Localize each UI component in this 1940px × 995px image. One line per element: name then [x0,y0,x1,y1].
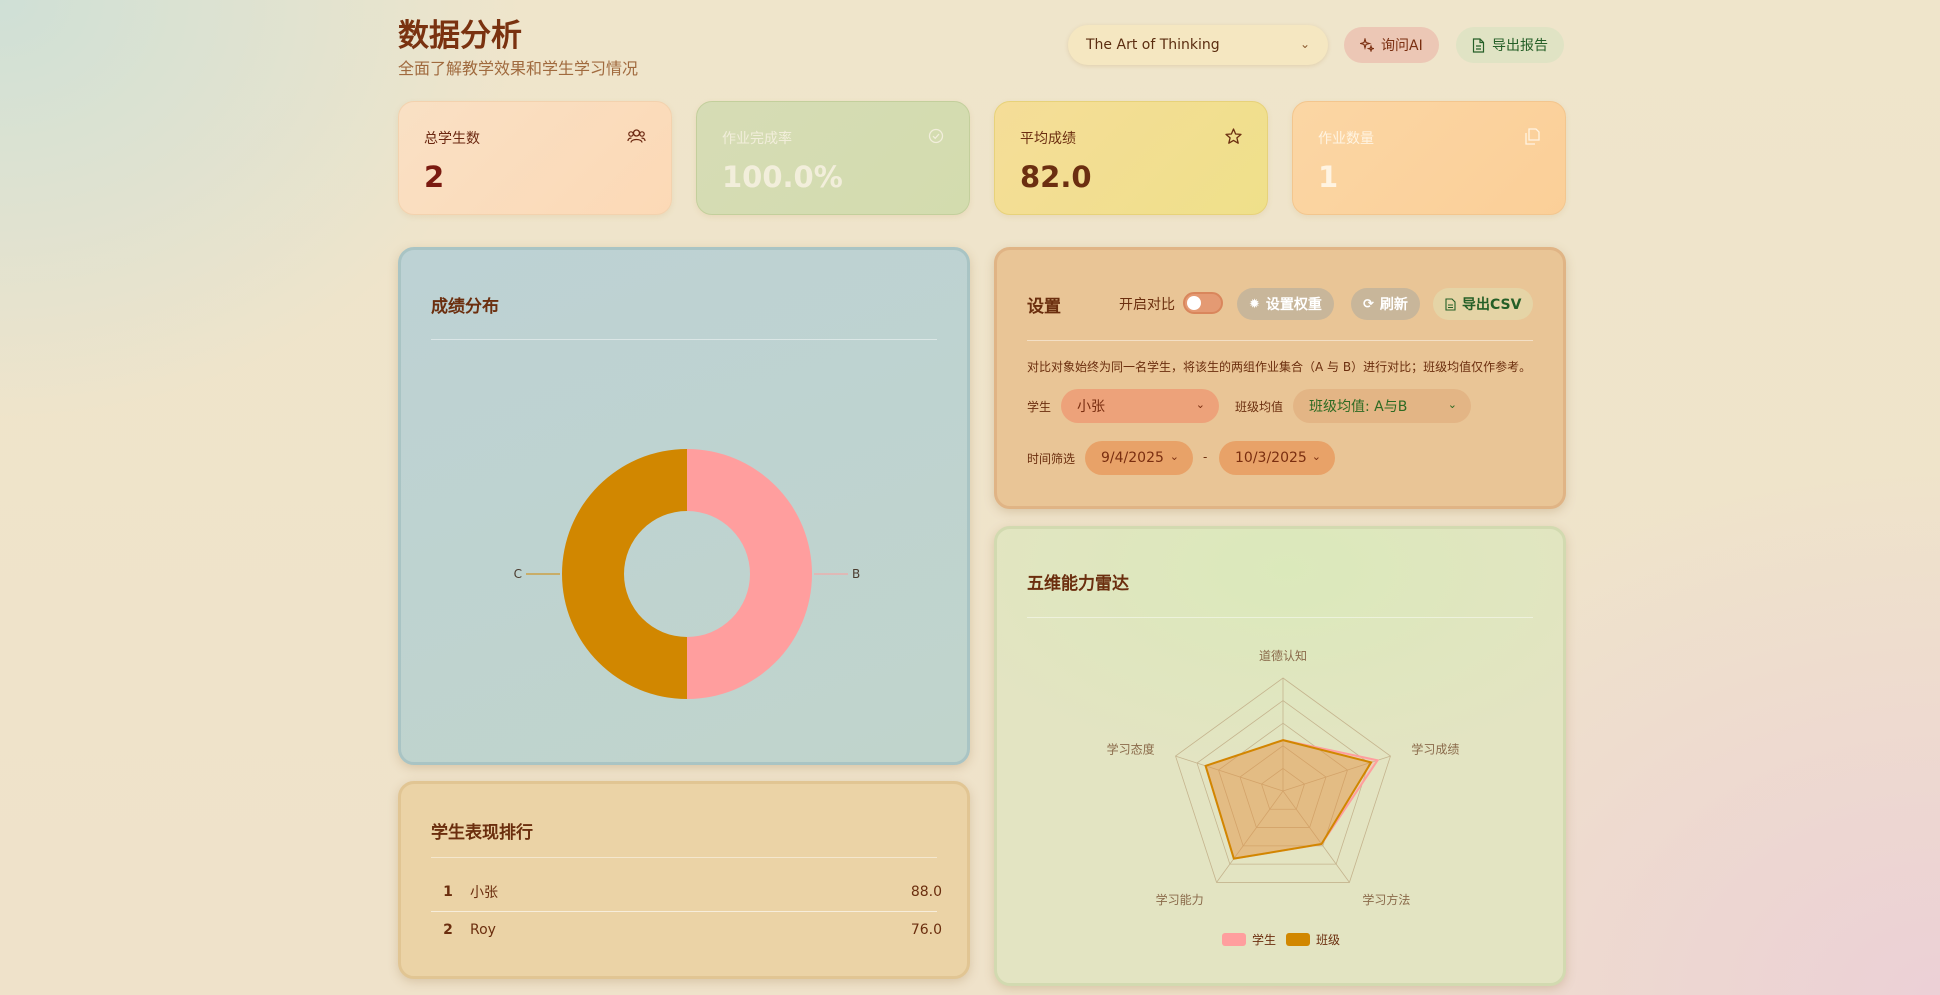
course-select[interactable]: The Art of Thinking ⌄ [1068,25,1328,65]
date-from-value: 9/4/2025 [1101,450,1164,466]
export-csv-label: 导出CSV [1462,297,1522,313]
class-average-value: 班级均值: A与B [1309,399,1408,415]
table-row[interactable]: 1 小张 88.0 [434,874,942,910]
pie-slice-B[interactable] [687,449,812,699]
stat-label: 总学生数 [424,131,480,147]
chevron-down-icon: ⌄ [1169,450,1179,463]
page-subtitle: 全面了解教学效果和学生学习情况 [398,59,639,78]
student-select[interactable]: 小张 ⌄ [1061,389,1219,423]
page-title: 数据分析 [398,18,522,54]
compare-note: 对比对象始终为同一名学生，将该生的两组作业集合（A 与 B）进行对比；班级均值仅… [1027,360,1532,374]
chevron-down-icon: ⌄ [1311,450,1321,463]
radar-panel: 五维能力雷达 道德认知 学习成绩 学习方法 学习能力 学习态度 学生 班级 [994,526,1566,986]
settings-panel: 设置 开启对比 ✹ 设置权重 ⟳ 刷新 导出CSV 对比对象始终为同一名学生，将… [994,247,1566,509]
refresh-label: 刷新 [1379,297,1408,313]
star-icon [1225,128,1242,144]
ask-ai-button[interactable]: 询问AI [1344,27,1439,63]
class-average-select[interactable]: 班级均值: A与B ⌄ [1293,389,1471,423]
legend-label[interactable]: 班级 [1316,933,1340,947]
rank-number: 1 [443,884,453,900]
radar-axis-label: 学习能力 [1156,892,1204,907]
stat-label: 作业完成率 [722,131,792,147]
compare-toggle[interactable] [1183,292,1223,314]
ability-radar-chart: 道德认知学习成绩学习方法 学习能力 学习态度学生 班级 [1107,648,1460,947]
stat-card-total-students: 总学生数 2 [398,101,672,215]
time-filter-label: 时间筛选 [1027,452,1076,466]
student-name: 小张 [470,885,498,901]
stat-card-average-score: 平均成绩 82.0 [994,101,1268,215]
stat-label: 作业数量 [1318,131,1374,147]
refresh-button[interactable]: ⟳ 刷新 [1351,288,1420,320]
refresh-icon: ⟳ [1363,296,1374,312]
course-select-value: The Art of Thinking [1086,37,1220,53]
radar-axis-label: 学习态度 [1107,741,1155,756]
ask-ai-label: 询问AI [1381,38,1423,54]
stat-value: 82.0 [1020,160,1092,194]
chevron-down-icon: ⌄ [1299,37,1310,51]
rank-number: 2 [443,922,453,938]
stat-card-completion-rate: 作业完成率 100.0% [696,101,970,215]
student-score: 76.0 [910,922,942,938]
stat-value: 100.0% [722,160,843,194]
users-icon [627,129,646,143]
stat-card-assignment-count: 作业数量 1 [1292,101,1566,215]
panel-title: 学生表现排行 [431,823,533,843]
student-score: 88.0 [910,884,942,900]
class-average-label: 班级均值 [1235,400,1284,414]
table-row[interactable]: 2 Roy 76.0 [434,912,942,948]
grade-donut-chart: BC [514,449,860,699]
file-icon [1472,37,1485,53]
gear-icon: ✹ [1249,296,1260,312]
documents-icon [1525,128,1540,145]
legend-swatch[interactable] [1286,933,1310,946]
pie-slice-C[interactable] [562,449,687,699]
date-to-value: 10/3/2025 [1235,450,1307,466]
grade-distribution-panel: 成绩分布 BC [398,247,970,765]
set-weights-label: 设置权重 [1265,297,1322,313]
radar-axis-label: 道德认知 [1259,648,1307,663]
export-csv-button[interactable]: 导出CSV [1433,288,1534,320]
radar-series-班级[interactable] [1204,739,1373,860]
slice-label: C [514,567,522,581]
panel-title: 设置 [1027,297,1061,317]
radar-axis-label: 学习成绩 [1411,741,1459,756]
chevron-down-icon: ⌄ [1447,398,1457,411]
set-weights-button[interactable]: ✹ 设置权重 [1237,288,1334,320]
radar-axis-label: 学习方法 [1362,892,1410,907]
sparkles-icon [1360,38,1374,52]
stat-label: 平均成绩 [1020,131,1076,147]
student-select-value: 小张 [1077,399,1105,415]
check-circle-icon [928,128,944,144]
slice-label: B [852,567,860,581]
date-from-select[interactable]: 9/4/2025 ⌄ [1085,441,1193,475]
chevron-down-icon: ⌄ [1195,398,1205,411]
stat-value: 1 [1318,160,1339,194]
file-icon [1445,297,1456,311]
student-label: 学生 [1027,400,1052,414]
date-to-select[interactable]: 10/3/2025 ⌄ [1219,441,1335,475]
legend-swatch[interactable] [1222,933,1246,946]
compare-label: 开启对比 [1119,297,1175,313]
export-report-button[interactable]: 导出报告 [1456,27,1564,63]
date-separator: - [1203,450,1208,464]
export-report-label: 导出报告 [1492,38,1548,54]
legend-label[interactable]: 学生 [1252,932,1276,947]
student-name: Roy [470,922,496,938]
student-ranking-panel: 学生表现排行 1 小张 88.0 2 Roy 76.0 [398,781,970,979]
stat-value: 2 [424,160,445,194]
